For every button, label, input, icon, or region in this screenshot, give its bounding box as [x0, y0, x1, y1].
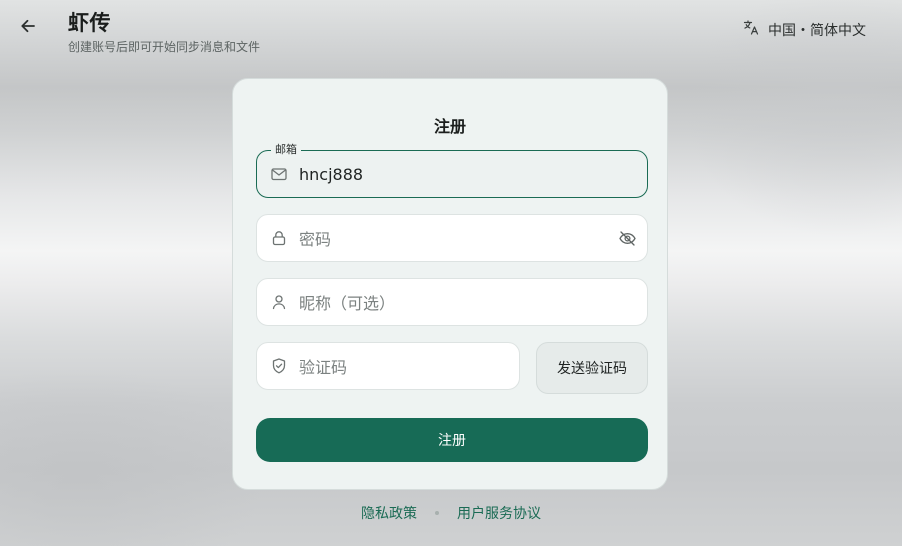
footer-links: 隐私政策 用户服务协议 — [0, 503, 902, 523]
user-icon — [259, 279, 299, 325]
privacy-policy-link[interactable]: 隐私政策 — [361, 503, 417, 523]
shield-check-icon — [259, 343, 299, 389]
register-card: 注册 邮箱 hncj888 密码 昵称（可选） 验证码 发送验证码 注册 — [232, 78, 668, 490]
password-field[interactable]: 密码 — [256, 214, 648, 262]
register-button[interactable]: 注册 — [256, 418, 648, 462]
terms-link[interactable]: 用户服务协议 — [457, 503, 541, 523]
code-input[interactable]: 验证码 — [299, 354, 519, 378]
separator-dot — [435, 511, 439, 515]
email-field[interactable]: 邮箱 hncj888 — [256, 142, 648, 198]
send-code-button[interactable]: 发送验证码 — [536, 342, 648, 394]
eye-off-icon[interactable] — [607, 215, 647, 261]
card-title: 注册 — [433, 117, 466, 136]
nickname-input[interactable]: 昵称（可选） — [299, 290, 647, 314]
language-selector[interactable]: 中国・简体中文 — [743, 19, 866, 40]
app-subtitle: 创建账号后即可开始同步消息和文件 — [68, 40, 261, 54]
nickname-field[interactable]: 昵称（可选） — [256, 278, 648, 326]
back-button[interactable] — [12, 12, 44, 44]
code-field[interactable]: 验证码 — [256, 342, 520, 390]
email-input[interactable]: hncj888 — [299, 165, 647, 184]
lock-icon — [259, 215, 299, 261]
email-label: 邮箱 — [271, 142, 301, 158]
password-input[interactable]: 密码 — [299, 226, 607, 250]
app-title: 虾传 — [68, 11, 111, 35]
translate-icon — [743, 19, 760, 40]
arrow-left-icon — [19, 17, 37, 39]
language-label: 中国・简体中文 — [768, 22, 866, 39]
